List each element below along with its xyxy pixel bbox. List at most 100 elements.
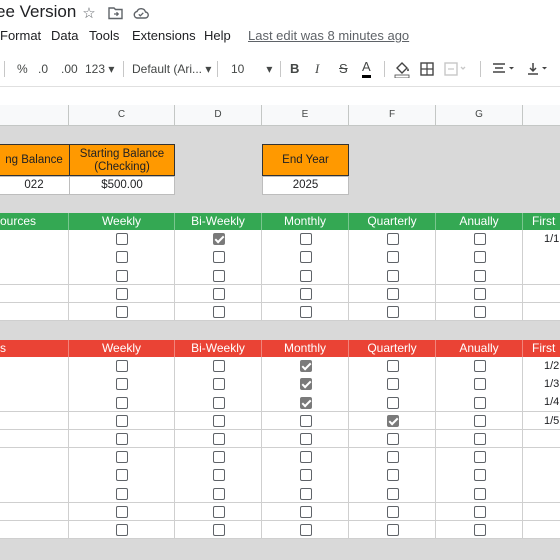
table-cell[interactable]	[523, 248, 560, 267]
table-cell[interactable]	[523, 448, 560, 467]
column-header-g[interactable]: G	[436, 105, 523, 125]
column-header-h[interactable]	[523, 105, 560, 125]
quarterly-checkbox[interactable]	[386, 505, 399, 518]
table-cell[interactable]	[523, 302, 560, 322]
bi-weekly-checkbox[interactable]	[212, 269, 225, 282]
column-header-b[interactable]	[0, 105, 69, 125]
column-header-e[interactable]: E	[262, 105, 349, 125]
weekly-checkbox[interactable]	[116, 432, 128, 445]
anually-checkbox[interactable]	[473, 305, 486, 318]
column-header-monthly[interactable]: Monthly	[262, 213, 349, 230]
monthly-checkbox[interactable]	[299, 523, 312, 536]
anually-checkbox[interactable]	[473, 378, 486, 391]
table-cell[interactable]	[523, 520, 560, 540]
monthly-checkbox[interactable]	[299, 233, 312, 246]
column-header-first-date[interactable]: First	[523, 340, 560, 357]
percent-format-button[interactable]: %	[17, 56, 28, 82]
anually-checkbox[interactable]	[473, 432, 486, 445]
bi-weekly-checkbox[interactable]	[212, 523, 225, 536]
quarterly-checkbox[interactable]	[386, 287, 399, 300]
increase-decimal-button[interactable]: .00	[61, 56, 78, 82]
strikethrough-button[interactable]: S	[339, 56, 348, 82]
bi-weekly-checkbox[interactable]	[212, 469, 225, 482]
table-cell[interactable]	[0, 448, 69, 467]
align-horizontal-icon[interactable]	[492, 56, 518, 82]
table-cell[interactable]	[0, 429, 69, 449]
text-color-button[interactable]: A	[362, 56, 371, 78]
fill-color-icon[interactable]	[394, 56, 410, 82]
bi-weekly-checkbox[interactable]	[212, 378, 225, 391]
bi-weekly-checkbox[interactable]	[212, 305, 225, 318]
monthly-checkbox[interactable]	[299, 451, 312, 464]
end-year-value[interactable]: 2025	[262, 176, 349, 195]
weekly-checkbox[interactable]	[116, 414, 128, 427]
quarterly-checkbox[interactable]	[386, 487, 399, 500]
formula-bar[interactable]	[0, 86, 560, 106]
merge-cells-icon[interactable]	[444, 56, 470, 82]
table-cell[interactable]	[523, 502, 560, 522]
bi-weekly-checkbox[interactable]	[212, 233, 225, 246]
starting-balance-label[interactable]: ng Balance	[0, 144, 70, 176]
income-header-label[interactable]: ources	[0, 213, 69, 230]
monthly-checkbox[interactable]	[299, 251, 312, 264]
cloud-saved-icon[interactable]	[133, 6, 149, 22]
checking-balance-label[interactable]: Starting Balance (Checking)	[69, 144, 175, 176]
column-header-weekly[interactable]: Weekly	[69, 340, 175, 357]
align-vertical-icon[interactable]	[527, 56, 553, 82]
bi-weekly-checkbox[interactable]	[212, 287, 225, 300]
italic-button[interactable]: I	[315, 56, 319, 82]
bi-weekly-checkbox[interactable]	[212, 251, 225, 264]
monthly-checkbox[interactable]	[299, 305, 312, 318]
expenses-header-label[interactable]: s	[0, 340, 69, 357]
menu-help[interactable]: Help	[204, 28, 231, 43]
table-cell[interactable]	[0, 466, 69, 485]
weekly-checkbox[interactable]	[116, 287, 128, 300]
quarterly-checkbox[interactable]	[386, 414, 399, 427]
anually-checkbox[interactable]	[473, 523, 486, 536]
quarterly-checkbox[interactable]	[386, 523, 399, 536]
column-header-anually[interactable]: Anually	[436, 340, 523, 357]
table-cell[interactable]	[0, 230, 69, 249]
monthly-checkbox[interactable]	[299, 505, 312, 518]
number-format-button[interactable]: 123 ▾	[85, 56, 114, 82]
bold-button[interactable]: B	[290, 56, 299, 82]
monthly-checkbox[interactable]	[299, 396, 312, 409]
column-header-first-date[interactable]: First	[523, 213, 560, 230]
weekly-checkbox[interactable]	[116, 269, 128, 282]
weekly-checkbox[interactable]	[116, 396, 128, 409]
quarterly-checkbox[interactable]	[386, 233, 399, 246]
table-cell[interactable]	[523, 266, 560, 286]
anually-checkbox[interactable]	[473, 269, 486, 282]
menu-extensions[interactable]: Extensions	[132, 28, 196, 43]
monthly-checkbox[interactable]	[299, 378, 312, 391]
bi-weekly-checkbox[interactable]	[212, 396, 225, 409]
font-family-select[interactable]: Default (Ari... ▾	[132, 56, 211, 82]
anually-checkbox[interactable]	[473, 487, 486, 500]
bi-weekly-checkbox[interactable]	[212, 360, 225, 373]
table-cell[interactable]	[0, 284, 69, 304]
quarterly-checkbox[interactable]	[386, 378, 399, 391]
anually-checkbox[interactable]	[473, 360, 486, 373]
quarterly-checkbox[interactable]	[386, 251, 399, 264]
quarterly-checkbox[interactable]	[386, 396, 399, 409]
bi-weekly-checkbox[interactable]	[212, 451, 225, 464]
last-edit-link[interactable]: Last edit was 8 minutes ago	[248, 28, 409, 43]
table-cell[interactable]	[0, 520, 69, 540]
weekly-checkbox[interactable]	[116, 378, 128, 391]
menu-tools[interactable]: Tools	[89, 28, 119, 43]
table-cell[interactable]	[0, 502, 69, 522]
table-cell[interactable]	[0, 248, 69, 267]
table-cell[interactable]	[0, 393, 69, 413]
monthly-checkbox[interactable]	[299, 469, 312, 482]
table-cell[interactable]	[523, 466, 560, 485]
doc-title[interactable]: ee Version	[0, 2, 76, 22]
weekly-checkbox[interactable]	[116, 251, 128, 264]
weekly-checkbox[interactable]	[116, 469, 128, 482]
anually-checkbox[interactable]	[473, 233, 486, 246]
quarterly-checkbox[interactable]	[386, 305, 399, 318]
table-cell[interactable]	[0, 357, 69, 376]
column-header-f[interactable]: F	[349, 105, 436, 125]
table-cell[interactable]	[523, 429, 560, 449]
bi-weekly-checkbox[interactable]	[212, 414, 225, 427]
bi-weekly-checkbox[interactable]	[212, 505, 225, 518]
